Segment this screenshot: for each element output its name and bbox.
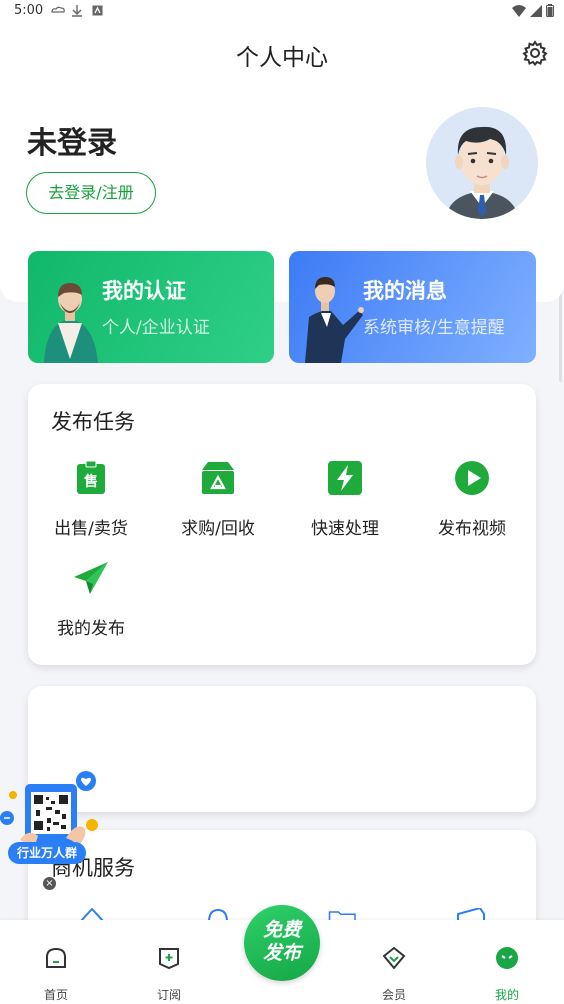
paper-plane-icon — [74, 562, 108, 594]
cloud-icon — [51, 6, 65, 13]
svg-text:售: 售 — [83, 473, 98, 490]
msg-card-subtitle: 系统审核/生意提醒 — [363, 318, 505, 338]
person-illustration-icon — [44, 283, 98, 363]
settings-gear-icon[interactable] — [522, 40, 548, 66]
avatar-illustration-icon — [446, 126, 518, 219]
my-publish-item[interactable]: 我的发布 — [36, 560, 146, 639]
subscribe-icon — [159, 948, 179, 970]
tab-home[interactable]: 首页 — [26, 946, 86, 1003]
avatar[interactable] — [426, 107, 538, 219]
sell-goods-item[interactable]: 售 出售/卖货 — [36, 460, 146, 539]
msg-card-title: 我的消息 — [363, 279, 447, 303]
page-title: 个人中心 — [236, 45, 328, 71]
purchase-recycle-label: 求购/回收 — [181, 519, 255, 539]
sell-icon: 售 — [77, 460, 105, 494]
close-icon[interactable]: × — [43, 877, 56, 890]
publish-video-item[interactable]: 发布视频 — [417, 460, 527, 539]
purchase-recycle-item[interactable]: 求购/回收 — [163, 460, 273, 539]
tab-home-label: 首页 — [43, 988, 68, 1002]
free-publish-line2: 发布 — [262, 942, 301, 964]
signal-icon — [530, 4, 542, 17]
notification-icon — [92, 5, 103, 16]
tab-mine[interactable]: 我的 — [477, 946, 537, 1003]
status-time: 5:00 — [14, 3, 44, 18]
app-header: 个人中心 — [0, 24, 564, 82]
tab-subscribe-label: 订阅 — [156, 988, 181, 1002]
status-bar: 5:00 — [0, 0, 564, 24]
mine-icon — [496, 947, 518, 969]
lightning-icon — [328, 461, 362, 495]
username-label: 未登录 — [27, 126, 117, 161]
login-register-button[interactable]: 去登录/注册 — [26, 172, 156, 214]
tab-subscribe[interactable]: 订阅 — [139, 946, 199, 1003]
industry-group-float[interactable] — [0, 770, 110, 890]
publish-video-label: 发布视频 — [438, 519, 506, 539]
quick-handle-item[interactable]: 快速处理 — [290, 460, 400, 539]
battery-icon — [546, 4, 554, 17]
businessman-illustration-icon — [305, 277, 364, 363]
download-icon — [72, 5, 82, 17]
sell-goods-label: 出售/卖货 — [54, 519, 128, 539]
wifi-icon — [512, 4, 526, 17]
tab-mine-label: 我的 — [494, 988, 519, 1002]
free-publish-button[interactable]: 免费 发布 — [244, 905, 320, 981]
tab-vip-label: 会员 — [381, 988, 406, 1002]
publish-task-panel: 发布任务 售 出售/卖货 求购/回收 快速处理 发布视频 我的发布 — [28, 384, 536, 665]
my-certification-card[interactable]: 我的认证 个人/企业认证 — [28, 251, 274, 363]
video-icon — [455, 461, 489, 495]
tab-vip[interactable]: 会员 — [364, 946, 424, 1003]
purchase-icon — [202, 462, 234, 494]
home-icon — [46, 947, 66, 968]
cert-card-subtitle: 个人/企业认证 — [102, 318, 210, 338]
free-publish-line1: 免费 — [262, 919, 301, 941]
cert-card-title: 我的认证 — [102, 279, 186, 303]
quick-handle-label: 快速处理 — [311, 519, 379, 539]
publish-panel-title: 发布任务 — [51, 410, 135, 434]
industry-group-badge[interactable]: 行业万人群 — [8, 842, 87, 864]
my-publish-label: 我的发布 — [57, 619, 125, 639]
my-messages-card[interactable]: 我的消息 系统审核/生意提醒 — [289, 251, 536, 363]
vip-icon — [382, 946, 406, 970]
